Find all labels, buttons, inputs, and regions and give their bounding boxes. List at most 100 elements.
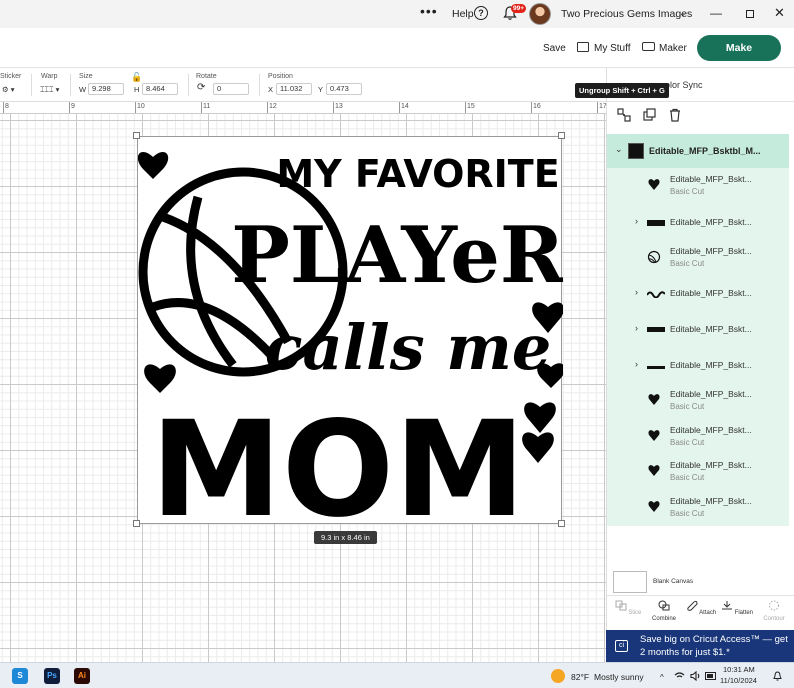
combine-button[interactable]: Combine — [647, 600, 681, 622]
chevron-right-icon[interactable]: › — [635, 323, 638, 333]
ruler-number: 16 — [533, 103, 541, 110]
flatten-label: Flatten — [734, 610, 753, 616]
layer-row[interactable]: Editable_MFP_Bskt... Basic Cut — [607, 419, 789, 455]
clock-date[interactable]: 11/10/2024 — [720, 676, 757, 685]
illustrator-icon[interactable]: Ai — [74, 668, 90, 684]
ruler-number: 8 — [5, 103, 9, 110]
flatten-button[interactable]: Flatten — [720, 600, 754, 616]
maker-button[interactable]: Maker — [659, 43, 687, 54]
chevron-up-icon[interactable]: ^ — [660, 673, 664, 682]
temperature[interactable]: 82°F — [571, 672, 589, 682]
chevron-down-icon[interactable]: ⌄ — [679, 8, 687, 19]
duplicate-icon[interactable] — [643, 108, 657, 122]
layer-row[interactable]: Editable_MFP_Bskt... Basic Cut — [607, 454, 789, 490]
layer-row[interactable]: Editable_MFP_Bskt... Basic Cut — [607, 168, 789, 204]
height-input[interactable]: 8.464 — [142, 83, 178, 95]
selected-design[interactable]: MY FAVORITE PLAYeR calls me MOM — [137, 136, 566, 547]
design-canvas[interactable]: MY FAVORITE PLAYeR calls me MOM 9.3 in x… — [0, 114, 606, 662]
sun-icon[interactable] — [551, 669, 565, 683]
resize-handle[interactable] — [558, 520, 565, 527]
machine-icon[interactable] — [642, 42, 655, 51]
promo-banner[interactable]: ci Save big on Cricut Access™ — get 2 mo… — [606, 630, 794, 662]
divider — [31, 74, 32, 96]
width-input[interactable]: 9.298 — [88, 83, 124, 95]
account-name[interactable]: Two Precious Gems Images — [561, 8, 692, 20]
taskbar-app-icon[interactable]: S — [12, 668, 28, 684]
layer-row[interactable]: › Editable_MFP_Bskt... — [607, 204, 789, 240]
sticker-dropdown-icon[interactable]: ⚙ ▾ — [2, 85, 15, 94]
layer-name: Editable_MFP_Bskt... — [670, 388, 752, 399]
tab-color-sync[interactable]: olor Sync — [665, 80, 703, 90]
help-link[interactable]: Help — [452, 8, 474, 20]
avatar[interactable] — [529, 3, 551, 25]
sticker-label: Sticker — [0, 73, 22, 80]
layer-operation: Basic Cut — [670, 473, 705, 483]
design-artwork: MY FAVORITE PLAYeR calls me MOM — [137, 152, 566, 547]
speaker-icon[interactable] — [690, 671, 701, 681]
heart-icon — [524, 402, 556, 433]
layer-row[interactable]: Editable_MFP_Bskt... Basic Cut — [607, 240, 789, 276]
y-label: Y — [318, 85, 324, 94]
notification-bell-icon[interactable] — [772, 671, 783, 682]
maximize-icon[interactable] — [746, 10, 754, 18]
layers-panel: olor Sync ⌄ Editable_MFP_Bsktbl_M... Edi… — [606, 68, 794, 662]
design-text-line-3: calls me — [265, 311, 552, 384]
ruler-tick — [3, 102, 4, 113]
rotate-icon[interactable]: ⟳ — [197, 82, 205, 93]
chevron-right-icon[interactable]: › — [635, 216, 638, 226]
heart-icon — [647, 464, 665, 480]
design-text-line-4: MOM — [151, 393, 526, 525]
layer-row[interactable]: › Editable_MFP_Bskt... — [607, 275, 789, 311]
blank-canvas-thumbnail[interactable] — [613, 571, 647, 593]
resize-handle[interactable] — [558, 132, 565, 139]
rotate-input[interactable]: 0 — [213, 83, 249, 95]
make-button[interactable]: Make — [697, 35, 781, 61]
chevron-right-icon[interactable]: › — [635, 359, 638, 369]
flatten-icon — [721, 601, 732, 610]
layer-group[interactable]: ⌄ Editable_MFP_Bsktbl_M... — [607, 134, 789, 168]
weather-condition[interactable]: Mostly sunny — [594, 672, 644, 682]
divider — [259, 74, 260, 96]
photoshop-icon[interactable]: Ps — [44, 668, 60, 684]
chevron-down-icon[interactable]: ⌄ — [615, 144, 623, 155]
ruler-number: 13 — [335, 103, 343, 110]
y-input[interactable]: 0.473 — [326, 83, 362, 95]
edit-toolbar: Sticker ⚙ ▾ Warp ⌶⌶⌶ ▾ Size 🔓 W 9.298 H … — [0, 68, 606, 102]
x-input[interactable]: 11.032 — [276, 83, 312, 95]
title-bar: ••• Help ? 99+ Two Precious Gems Images … — [0, 0, 794, 28]
chevron-right-icon[interactable]: › — [635, 287, 638, 297]
notification-badge: 99+ — [511, 4, 527, 13]
wifi-icon[interactable] — [674, 671, 685, 681]
warp-icon[interactable]: ⌶⌶⌶ ▾ — [40, 85, 59, 95]
minimize-icon[interactable]: — — [710, 6, 722, 20]
layer-row[interactable]: › Editable_MFP_Bskt... — [607, 347, 789, 383]
my-stuff-button[interactable]: My Stuff — [594, 43, 631, 54]
close-icon[interactable]: ✕ — [774, 5, 785, 21]
ruler-number: 14 — [401, 103, 409, 110]
resize-handle[interactable] — [133, 520, 140, 527]
trash-icon[interactable] — [668, 108, 682, 122]
ruler-tick — [267, 102, 268, 113]
resize-handle[interactable] — [133, 132, 140, 139]
save-button[interactable]: Save — [543, 43, 566, 54]
taskbar: S Ps Ai 82°F Mostly sunny ^ 10:31 AM 11/… — [0, 662, 794, 688]
layer-name: Editable_MFP_Bskt... — [670, 245, 752, 256]
ungroup-icon[interactable] — [617, 108, 631, 122]
h-label: H — [134, 85, 140, 94]
slice-button[interactable]: Slice — [611, 600, 645, 616]
layer-row[interactable]: Editable_MFP_Bskt... Basic Cut — [607, 383, 789, 419]
more-options-icon[interactable]: ••• — [420, 4, 438, 18]
layer-row[interactable]: Editable_MFP_Bskt... Basic Cut — [607, 490, 789, 526]
mail-icon[interactable] — [577, 42, 589, 52]
layer-row[interactable]: › Editable_MFP_Bskt... — [607, 311, 789, 347]
cricut-icon: ci — [615, 640, 628, 652]
heart-icon — [647, 178, 665, 194]
battery-icon[interactable] — [705, 672, 717, 680]
bottom-tools: Slice Combine Attach Flatten Contour — [607, 595, 794, 631]
ruler-number: 10 — [137, 103, 145, 110]
clock-time[interactable]: 10:31 AM — [723, 665, 755, 674]
attach-button[interactable]: Attach — [684, 600, 718, 616]
lock-icon[interactable]: 🔓 — [131, 72, 142, 83]
help-icon[interactable]: ? — [474, 6, 488, 20]
contour-button[interactable]: Contour — [757, 600, 791, 622]
